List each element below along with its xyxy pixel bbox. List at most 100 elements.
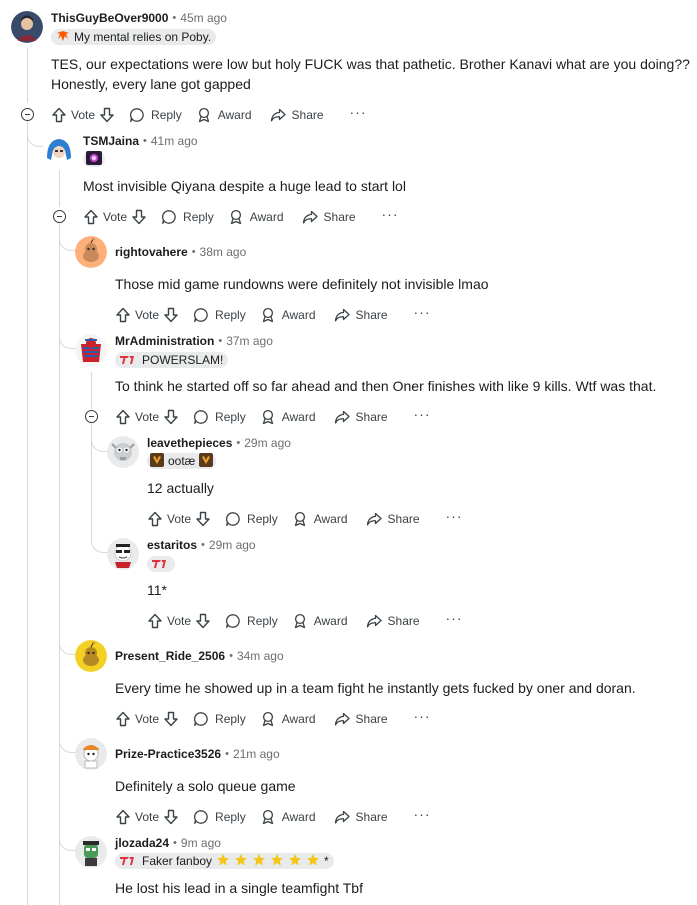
downvote-button[interactable]	[163, 711, 179, 727]
collapse-thread-button[interactable]	[53, 210, 66, 223]
comment-text-line: Those mid game rundowns were definitely …	[115, 276, 489, 292]
share-button[interactable]: Share	[334, 307, 388, 323]
comment-author[interactable]: Present_Ride_2506	[115, 649, 225, 663]
downvote-button[interactable]	[163, 409, 179, 425]
share-button[interactable]: Share	[366, 613, 420, 629]
collapse-thread-button[interactable]	[85, 410, 98, 423]
award-icon	[198, 107, 209, 123]
comment-author[interactable]: TSMJaina	[83, 134, 139, 148]
avatar[interactable]	[75, 334, 107, 366]
upvote-button[interactable]: Vote	[147, 613, 191, 629]
more-options-button[interactable]: ···	[414, 709, 431, 727]
comment-actions: Vote Reply Award Share ···	[51, 105, 367, 125]
upvote-button[interactable]: Vote	[115, 307, 159, 323]
avatar[interactable]	[75, 640, 107, 672]
award-button[interactable]: Award	[260, 711, 316, 727]
upvote-button[interactable]: Vote	[51, 107, 95, 123]
award-button[interactable]: Award	[260, 307, 316, 323]
reply-label: Reply	[215, 810, 246, 824]
comment-timestamp[interactable]: 21m ago	[233, 747, 280, 761]
downvote-button[interactable]	[195, 613, 211, 629]
more-options-button[interactable]: ···	[446, 611, 463, 629]
upvote-button[interactable]: Vote	[115, 409, 159, 425]
comment-author[interactable]: rightovahere	[115, 245, 188, 259]
award-button[interactable]: Award	[292, 511, 348, 527]
comment-author[interactable]: estaritos	[147, 538, 197, 552]
award-label: Award	[313, 614, 348, 628]
reply-button[interactable]: Reply	[193, 307, 246, 323]
more-options-button[interactable]: ···	[446, 509, 463, 527]
avatar[interactable]	[107, 436, 139, 468]
more-options-button[interactable]: ···	[382, 207, 399, 225]
reply-button[interactable]: Reply	[193, 711, 246, 727]
more-options-button[interactable]: ···	[414, 407, 431, 425]
comment-timestamp[interactable]: 9m ago	[181, 836, 221, 850]
comment-author[interactable]: jlozada24	[115, 836, 169, 850]
upvote-button[interactable]: Vote	[115, 809, 159, 825]
comment-actions: Vote Reply Award Share ···	[147, 509, 463, 529]
share-button[interactable]: Share	[334, 711, 388, 727]
downvote-button[interactable]	[99, 107, 115, 123]
downvote-button[interactable]	[163, 307, 179, 323]
downvote-button[interactable]	[195, 511, 211, 527]
share-button[interactable]: Share	[334, 809, 388, 825]
comment-actions: Vote Reply Award Share ···	[115, 407, 431, 427]
thread-line	[59, 170, 60, 207]
comment-text-line: 12 actually	[147, 480, 214, 496]
thread-elbow	[59, 738, 76, 753]
award-button[interactable]: Award	[260, 409, 316, 425]
share-button[interactable]: Share	[270, 107, 324, 123]
comment-timestamp[interactable]: 29m ago	[209, 538, 256, 552]
upvote-button[interactable]: Vote	[115, 711, 159, 727]
avatar[interactable]	[107, 538, 139, 570]
comment-timestamp[interactable]: 45m ago	[180, 11, 227, 25]
vote-label: Vote	[135, 810, 160, 824]
thread-line	[27, 121, 28, 905]
comment-timestamp[interactable]: 38m ago	[200, 245, 247, 259]
share-button[interactable]: Share	[366, 511, 420, 527]
award-button[interactable]: Award	[228, 209, 284, 225]
award-button[interactable]: Award	[260, 809, 316, 825]
avatar[interactable]	[75, 236, 107, 268]
comment-timestamp[interactable]: 34m ago	[237, 649, 284, 663]
upvote-button[interactable]: Vote	[147, 511, 191, 527]
reply-button[interactable]: Reply	[129, 107, 182, 123]
more-options-button[interactable]: ···	[414, 807, 431, 825]
more-options-button[interactable]: ···	[350, 105, 367, 123]
downvote-button[interactable]	[131, 209, 147, 225]
comment-timestamp[interactable]: 29m ago	[244, 436, 291, 450]
avatar[interactable]	[11, 11, 43, 43]
reply-button[interactable]: Reply	[193, 409, 246, 425]
comment-text-line: Most invisible Qiyana despite a huge lea…	[83, 178, 406, 194]
t1-logo-icon	[120, 353, 138, 367]
reply-button[interactable]: Reply	[225, 613, 278, 629]
award-icon	[262, 409, 273, 425]
comment-author[interactable]: ThisGuyBeOver9000	[51, 11, 168, 25]
comment-text-line: TES, our expectations were low but holy …	[51, 56, 690, 72]
share-button[interactable]: Share	[334, 409, 388, 425]
comment-timestamp[interactable]: 41m ago	[151, 134, 198, 148]
comment-author[interactable]: leavethepieces	[147, 436, 232, 450]
share-button[interactable]: Share	[302, 209, 356, 225]
more-options-button[interactable]: ···	[414, 305, 431, 323]
upvote-button[interactable]: Vote	[83, 209, 127, 225]
comment-author[interactable]: Prize-Practice3526	[115, 747, 221, 761]
downvote-button[interactable]	[163, 809, 179, 825]
avatar[interactable]	[75, 738, 107, 770]
reply-button[interactable]: Reply	[225, 511, 278, 527]
award-icon	[262, 711, 273, 727]
reply-label: Reply	[247, 614, 278, 628]
vote-label: Vote	[135, 410, 160, 424]
comment-author[interactable]: MrAdministration	[115, 334, 214, 348]
star-icon	[270, 853, 284, 870]
avatar[interactable]	[75, 836, 107, 868]
award-button[interactable]: Award	[292, 613, 348, 629]
collapse-thread-button[interactable]	[21, 108, 34, 121]
award-button[interactable]: Award	[196, 107, 252, 123]
comment-actions: Vote Reply Award Share ···	[83, 207, 399, 227]
comment-timestamp[interactable]: 37m ago	[226, 334, 273, 348]
avatar[interactable]	[43, 134, 75, 166]
reply-button[interactable]: Reply	[193, 809, 246, 825]
share-arrow-icon	[334, 810, 350, 824]
reply-button[interactable]: Reply	[161, 209, 214, 225]
